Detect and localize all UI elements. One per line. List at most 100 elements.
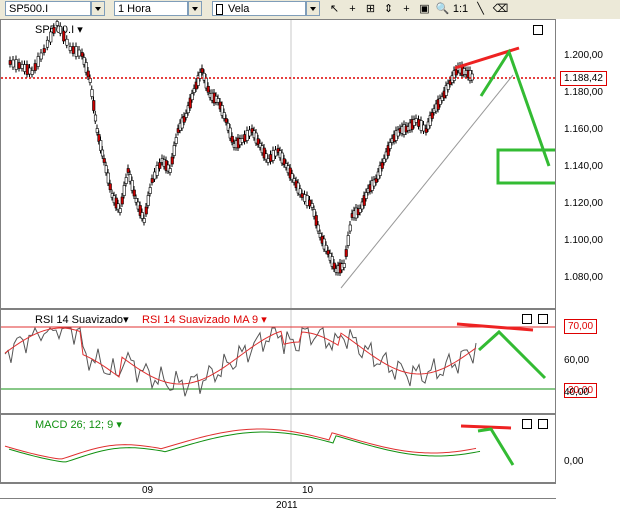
candle-body bbox=[74, 46, 78, 57]
horizontal-lines-button[interactable]: ⇕ bbox=[380, 1, 397, 17]
candle-body bbox=[364, 192, 368, 199]
price-y-axis: 1.188,42 1.200,00 1.180,00 1.160,00 1.140,0… bbox=[556, 19, 620, 309]
horizontal-lines-icon: ⇕ bbox=[383, 3, 394, 15]
candle-body bbox=[248, 129, 252, 137]
candle-body bbox=[90, 89, 94, 97]
grid-button[interactable]: ⊞ bbox=[362, 1, 379, 17]
candle-body bbox=[80, 52, 84, 57]
candle-body bbox=[39, 52, 43, 60]
candle-body bbox=[92, 100, 96, 111]
eraser-icon: ⌫ bbox=[492, 3, 509, 15]
chart-area: SP500.I ▾ 1.188,42 1.200,00 1.180,00 1.160… bbox=[0, 19, 620, 513]
candle-body bbox=[184, 113, 188, 118]
candle-body bbox=[130, 180, 134, 191]
candle-body bbox=[20, 64, 24, 69]
crosshair-button[interactable]: + bbox=[344, 1, 361, 17]
candle-body bbox=[118, 208, 122, 213]
macd-pane[interactable]: MACD 26; 12; 9 ▾ bbox=[0, 414, 556, 483]
x-label-09: 09 bbox=[142, 485, 154, 496]
candle-body bbox=[102, 158, 106, 163]
symbol-value: SP500.I bbox=[9, 3, 49, 15]
candle-body bbox=[52, 26, 56, 34]
zoom-button[interactable]: 🔍 bbox=[434, 1, 451, 17]
candle-body bbox=[158, 162, 162, 169]
trendline-button[interactable]: ╲ bbox=[472, 1, 489, 17]
candle-body bbox=[36, 56, 40, 67]
crosshair-icon: + bbox=[349, 3, 356, 15]
candle-body bbox=[271, 150, 275, 161]
window-button[interactable]: ▣ bbox=[416, 1, 433, 17]
candle-body bbox=[120, 196, 124, 205]
x-axis-days-row: 09 10 bbox=[0, 484, 556, 499]
candle-body bbox=[68, 46, 72, 51]
candle-body bbox=[150, 178, 154, 183]
candle-body bbox=[174, 137, 178, 144]
cursor-arrow-icon: ↖ bbox=[329, 3, 340, 15]
candle-body bbox=[269, 154, 273, 162]
candle-body bbox=[266, 158, 270, 163]
macd-y-tick-label: 0,00 bbox=[564, 456, 584, 467]
candle-body bbox=[305, 195, 309, 206]
timeframe-value: 1 Hora bbox=[118, 3, 152, 15]
rsi-pane[interactable]: RSI 14 Suavizado▾ RSI 14 Suavizado MA 9 … bbox=[0, 309, 556, 414]
candle-body bbox=[190, 93, 194, 101]
rsi-line bbox=[4, 326, 477, 397]
candle-body bbox=[303, 194, 307, 202]
candle-body bbox=[93, 114, 98, 122]
x-axis: 09 10 2011 bbox=[0, 483, 556, 514]
timeframe-dropdown-button[interactable] bbox=[188, 1, 202, 16]
rsi-y-axis: 70,00 30,00 60,0040,0020,00 bbox=[556, 309, 620, 428]
one-to-one-button[interactable]: 1:1 bbox=[452, 1, 469, 17]
candle-body bbox=[243, 134, 247, 142]
plus-icon: + bbox=[403, 3, 410, 15]
candle-body bbox=[348, 224, 352, 232]
candle-body bbox=[126, 168, 130, 173]
zoom-icon: 🔍 bbox=[435, 3, 450, 15]
candle-body bbox=[153, 171, 157, 180]
candle-body bbox=[224, 118, 228, 123]
plus-button[interactable]: + bbox=[398, 1, 415, 17]
candle-body bbox=[380, 162, 384, 169]
candle-body bbox=[168, 168, 172, 173]
last-price-tag: 1.188,42 bbox=[560, 71, 607, 86]
candle-body bbox=[122, 185, 126, 196]
candle-body bbox=[99, 140, 103, 151]
candle-body bbox=[430, 112, 434, 119]
candle-body bbox=[308, 199, 312, 207]
candle-body bbox=[310, 203, 314, 208]
candle-body bbox=[314, 215, 318, 226]
trendline-icon: ╲ bbox=[477, 3, 484, 15]
price-y-tick-label: 1.160,00 bbox=[564, 124, 603, 135]
price-y-tick-label: 1.120,00 bbox=[564, 198, 603, 209]
candle-body bbox=[142, 218, 146, 223]
price-y-tick-label: 1.180,00 bbox=[564, 87, 603, 98]
candle-body bbox=[155, 165, 159, 176]
price-pane[interactable]: SP500.I ▾ bbox=[0, 19, 556, 309]
cursor-arrow-button[interactable]: ↖ bbox=[326, 1, 343, 17]
candle-body bbox=[8, 60, 12, 65]
x-label-10: 10 bbox=[302, 485, 314, 496]
candle-body bbox=[42, 48, 46, 53]
symbol-dropdown-button[interactable] bbox=[91, 1, 105, 16]
macd-green-arrow bbox=[477, 427, 515, 466]
rsi-y-tick-label: 40,00 bbox=[564, 387, 590, 398]
candle-body bbox=[100, 149, 105, 157]
candle-body bbox=[58, 25, 63, 34]
candle-body bbox=[300, 193, 304, 198]
symbol-field[interactable]: SP500.I bbox=[5, 1, 91, 16]
candle-body bbox=[140, 212, 144, 219]
candle-body bbox=[132, 189, 136, 197]
price-chart bbox=[1, 20, 555, 308]
candle-body bbox=[422, 124, 426, 132]
chart-type-dropdown-button[interactable] bbox=[306, 1, 320, 16]
candle-body bbox=[170, 156, 174, 165]
eraser-button[interactable]: ⌫ bbox=[492, 1, 509, 17]
price-y-tick-label: 1.100,00 bbox=[564, 235, 603, 246]
candle-body bbox=[222, 112, 226, 119]
chart-type-select[interactable]: Vela bbox=[212, 1, 306, 16]
candle-body bbox=[274, 149, 278, 157]
candle-body bbox=[62, 30, 66, 42]
timeframe-select[interactable]: 1 Hora bbox=[114, 1, 188, 16]
candle-body bbox=[45, 39, 50, 48]
candle-body bbox=[206, 85, 210, 93]
